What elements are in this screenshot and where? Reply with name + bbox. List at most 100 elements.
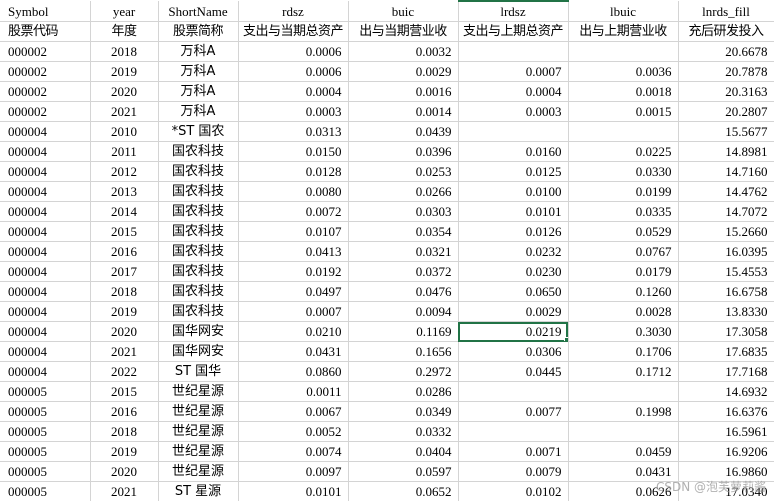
table-cell[interactable]: 0.0286 bbox=[348, 381, 459, 402]
table-cell[interactable]: 0.0652 bbox=[348, 481, 459, 501]
table-cell[interactable]: 000005 bbox=[0, 461, 91, 482]
table-cell[interactable]: 0.0018 bbox=[568, 81, 679, 102]
table-cell[interactable]: 20.6678 bbox=[678, 41, 774, 62]
column-label-3[interactable]: 支出与当期总资产 bbox=[238, 21, 349, 42]
table-cell[interactable]: 2015 bbox=[90, 381, 159, 402]
table-cell[interactable]: 0.0306 bbox=[458, 341, 569, 362]
table-cell[interactable]: 世纪星源 bbox=[158, 381, 239, 402]
table-cell[interactable]: 14.4762 bbox=[678, 181, 774, 202]
table-cell[interactable]: 0.0199 bbox=[568, 181, 679, 202]
table-cell[interactable]: ST 星源 bbox=[158, 481, 239, 501]
column-label-7[interactable]: 充后研发投入 bbox=[678, 21, 774, 42]
table-cell[interactable]: 17.7168 bbox=[678, 361, 774, 382]
table-cell[interactable]: 000004 bbox=[0, 341, 91, 362]
table-cell[interactable]: 15.2660 bbox=[678, 221, 774, 242]
table-cell[interactable]: 0.1712 bbox=[568, 361, 679, 382]
table-cell[interactable]: 0.0303 bbox=[348, 201, 459, 222]
table-cell[interactable]: 16.9206 bbox=[678, 441, 774, 462]
table-cell[interactable]: 世纪星源 bbox=[158, 441, 239, 462]
table-cell[interactable]: *ST 国农 bbox=[158, 121, 239, 142]
table-cell[interactable]: 2019 bbox=[90, 301, 159, 322]
table-cell[interactable]: 17.0340 bbox=[678, 481, 774, 501]
table-cell[interactable]: 2016 bbox=[90, 401, 159, 422]
table-cell[interactable]: 16.6758 bbox=[678, 281, 774, 302]
table-cell[interactable]: 000004 bbox=[0, 201, 91, 222]
table-cell[interactable]: 0.0413 bbox=[238, 241, 349, 262]
table-cell[interactable] bbox=[568, 41, 679, 62]
table-cell[interactable]: 15.4553 bbox=[678, 261, 774, 282]
table-cell[interactable]: 2019 bbox=[90, 441, 159, 462]
table-cell[interactable]: 0.1260 bbox=[568, 281, 679, 302]
table-cell[interactable]: 0.0052 bbox=[238, 421, 349, 442]
table-cell[interactable]: 2017 bbox=[90, 261, 159, 282]
table-cell[interactable]: 国农科技 bbox=[158, 281, 239, 302]
table-cell[interactable]: 2022 bbox=[90, 361, 159, 382]
table-cell[interactable] bbox=[458, 381, 569, 402]
table-cell[interactable]: 国农科技 bbox=[158, 181, 239, 202]
table-cell[interactable]: 0.0007 bbox=[238, 301, 349, 322]
table-cell[interactable]: 国农科技 bbox=[158, 201, 239, 222]
table-cell[interactable]: 0.0067 bbox=[238, 401, 349, 422]
column-header-7[interactable]: lnrds_fill bbox=[678, 1, 774, 22]
table-cell[interactable]: 0.0266 bbox=[348, 181, 459, 202]
table-cell[interactable]: 0.0179 bbox=[568, 261, 679, 282]
table-cell[interactable]: 国农科技 bbox=[158, 261, 239, 282]
table-cell[interactable]: 国农科技 bbox=[158, 221, 239, 242]
table-cell[interactable]: 万科A bbox=[158, 61, 239, 82]
column-header-2[interactable]: ShortName bbox=[158, 1, 239, 22]
table-cell[interactable]: 2018 bbox=[90, 421, 159, 442]
table-cell[interactable]: 0.1998 bbox=[568, 401, 679, 422]
column-label-6[interactable]: 出与上期营业收 bbox=[568, 21, 679, 42]
table-cell[interactable]: 国农科技 bbox=[158, 241, 239, 262]
table-cell[interactable]: 0.0349 bbox=[348, 401, 459, 422]
table-cell[interactable]: 16.0395 bbox=[678, 241, 774, 262]
table-cell[interactable]: 0.0097 bbox=[238, 461, 349, 482]
table-cell[interactable]: 0.0445 bbox=[458, 361, 569, 382]
table-cell[interactable]: 0.0006 bbox=[238, 61, 349, 82]
table-cell[interactable]: 2012 bbox=[90, 161, 159, 182]
table-cell[interactable]: 2021 bbox=[90, 101, 159, 122]
table-cell[interactable]: 0.0650 bbox=[458, 281, 569, 302]
table-cell[interactable]: 14.8981 bbox=[678, 141, 774, 162]
table-cell[interactable]: 000004 bbox=[0, 141, 91, 162]
table-cell[interactable]: 0.0476 bbox=[348, 281, 459, 302]
table-cell[interactable]: 0.0014 bbox=[348, 101, 459, 122]
table-cell[interactable]: 0.0150 bbox=[238, 141, 349, 162]
table-cell[interactable]: 17.3058 bbox=[678, 321, 774, 342]
table-cell[interactable]: 0.0321 bbox=[348, 241, 459, 262]
column-header-0[interactable]: Symbol bbox=[0, 1, 91, 22]
table-cell[interactable]: 0.0101 bbox=[458, 201, 569, 222]
column-label-1[interactable]: 年度 bbox=[90, 21, 159, 42]
table-cell[interactable]: 0.0100 bbox=[458, 181, 569, 202]
table-cell[interactable]: 000002 bbox=[0, 41, 91, 62]
table-cell[interactable]: 0.0330 bbox=[568, 161, 679, 182]
table-cell[interactable]: 世纪星源 bbox=[158, 401, 239, 422]
table-cell[interactable]: 0.1656 bbox=[348, 341, 459, 362]
table-cell[interactable]: 0.0015 bbox=[568, 101, 679, 122]
table-cell[interactable]: 000005 bbox=[0, 481, 91, 501]
table-cell[interactable]: 2021 bbox=[90, 481, 159, 501]
table-cell[interactable]: 世纪星源 bbox=[158, 461, 239, 482]
table-cell[interactable]: 20.2807 bbox=[678, 101, 774, 122]
table-cell[interactable]: 0.0210 bbox=[238, 321, 349, 342]
table-cell[interactable]: 16.9860 bbox=[678, 461, 774, 482]
table-cell[interactable]: 000002 bbox=[0, 61, 91, 82]
table-cell[interactable]: 14.7160 bbox=[678, 161, 774, 182]
table-cell[interactable]: 0.0431 bbox=[238, 341, 349, 362]
table-cell[interactable]: 0.0431 bbox=[568, 461, 679, 482]
table-cell[interactable]: 0.0225 bbox=[568, 141, 679, 162]
table-cell[interactable]: 000002 bbox=[0, 101, 91, 122]
table-cell[interactable]: 0.0079 bbox=[458, 461, 569, 482]
table-cell[interactable]: 0.0313 bbox=[238, 121, 349, 142]
table-cell[interactable] bbox=[568, 381, 679, 402]
table-cell[interactable]: 0.0102 bbox=[458, 481, 569, 501]
table-cell[interactable]: 国农科技 bbox=[158, 161, 239, 182]
table-cell[interactable]: 2018 bbox=[90, 41, 159, 62]
table-cell[interactable]: 2019 bbox=[90, 61, 159, 82]
table-cell[interactable]: 0.0126 bbox=[458, 221, 569, 242]
table-cell[interactable]: 0.0094 bbox=[348, 301, 459, 322]
table-cell[interactable] bbox=[458, 121, 569, 142]
table-cell[interactable]: 000004 bbox=[0, 281, 91, 302]
table-cell[interactable]: 0.0439 bbox=[348, 121, 459, 142]
table-cell[interactable]: 0.1706 bbox=[568, 341, 679, 362]
